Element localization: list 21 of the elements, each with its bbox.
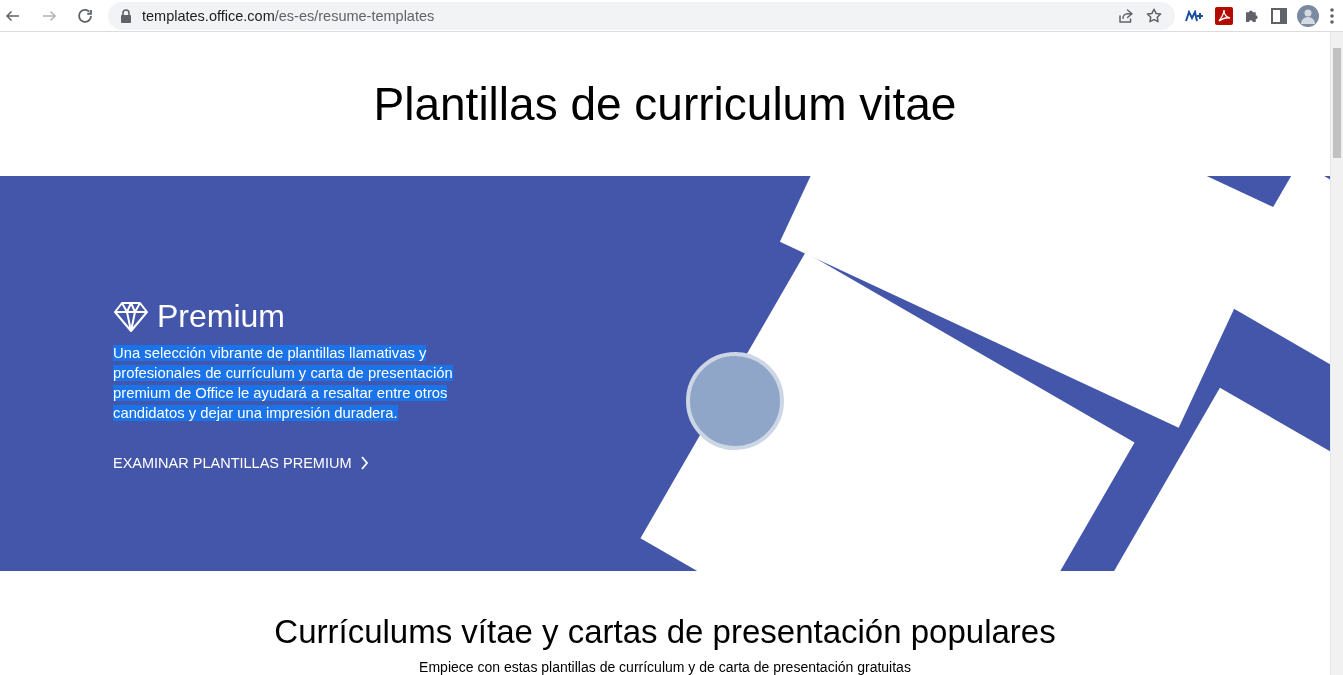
extension-icon[interactable] — [1185, 9, 1205, 22]
page-title: Plantillas de curriculum vitae — [373, 77, 957, 132]
star-icon[interactable] — [1145, 6, 1163, 25]
section-title: Currículums vítae y cartas de presentación populares — [274, 613, 1056, 651]
lock-icon — [120, 8, 132, 23]
url-path: /es-es/resume-templates — [274, 7, 435, 24]
address-bar[interactable]: templates.office.com/es-es/resume-templates — [108, 1, 1175, 30]
premium-heading: Premium — [157, 298, 285, 335]
browse-premium-link[interactable]: EXAMINAR PLANTILLAS PREMIUM — [113, 455, 369, 471]
reload-icon — [76, 6, 94, 25]
diamond-icon — [113, 300, 149, 333]
premium-description: Una selección vibrante de plantillas llamativas y profesionales de currículum y carta de presentación premium de Office le ayudará a resaltar entre otros candidatos y dejar una impresión duradera. — [113, 344, 454, 423]
scrollbar[interactable] — [1330, 32, 1343, 675]
pdf-extension-icon[interactable] — [1215, 6, 1233, 25]
url-host: templates.office.com — [142, 7, 275, 24]
section-subtitle: Empiece con estas plantillas de currículum y de carta de presentación gratuitas — [419, 659, 911, 675]
chevron-right-icon — [359, 456, 369, 470]
menu-icon[interactable] — [1329, 6, 1335, 25]
avatar-icon[interactable] — [1297, 4, 1319, 27]
share-icon[interactable] — [1117, 6, 1135, 25]
sidebar-icon[interactable] — [1271, 7, 1287, 24]
